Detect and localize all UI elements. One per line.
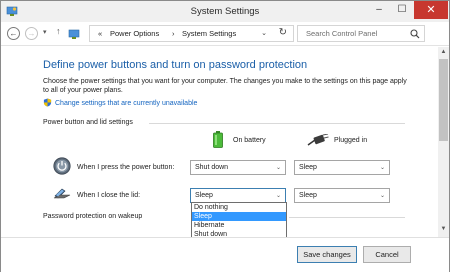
scroll-up-button[interactable]: ▲ (438, 47, 449, 58)
chevron-down-icon: ⌄ (379, 165, 385, 171)
dropdown-option-hibernate[interactable]: Hibernate (192, 221, 286, 230)
search-box[interactable]: Search Control Panel (297, 25, 425, 42)
breadcrumb-system-settings[interactable]: System Settings (182, 29, 236, 38)
up-button[interactable]: ↑ (56, 26, 61, 36)
lid-row-label: When I close the lid: (77, 192, 141, 199)
power-button-row-label: When I press the power button: (77, 164, 175, 171)
power-button-plugged-select[interactable]: Sleep ⌄ (294, 160, 390, 175)
section-power-lid-label: Power button and lid settings (43, 119, 133, 126)
select-value: Sleep (299, 164, 317, 171)
page-description: Choose the power settings that you want … (43, 78, 407, 94)
search-icon[interactable] (410, 29, 420, 39)
chevron-down-icon: ⌄ (379, 193, 385, 199)
cancel-button[interactable]: Cancel (363, 246, 411, 263)
close-button[interactable]: ✕ (414, 1, 448, 19)
navigation-bar: ← → ▾ ↑ « Power Options › System Setting… (1, 22, 449, 46)
select-value: Sleep (299, 192, 317, 199)
address-bar[interactable]: « Power Options › System Settings ⌄ ↻ (89, 25, 294, 42)
laptop-lid-icon (53, 188, 71, 199)
lid-battery-select[interactable]: Sleep ⌄ (190, 188, 286, 203)
power-button-icon (53, 157, 71, 175)
lid-plugged-select[interactable]: Sleep ⌄ (294, 188, 390, 203)
back-button[interactable]: ← (7, 27, 20, 40)
search-placeholder[interactable]: Search Control Panel (306, 29, 377, 38)
breadcrumb-power-options[interactable]: Power Options (110, 29, 159, 38)
section-divider (289, 217, 405, 218)
refresh-button[interactable]: ↻ (279, 27, 287, 38)
change-settings-link[interactable]: Change settings that are currently unava… (43, 98, 197, 107)
change-settings-label[interactable]: Change settings that are currently unava… (55, 100, 197, 107)
vertical-scrollbar[interactable]: ▲ ▼ (438, 47, 449, 237)
dropdown-option-do-nothing[interactable]: Do nothing (192, 203, 286, 212)
uac-shield-icon (43, 98, 52, 107)
scroll-thumb[interactable] (439, 59, 448, 141)
recent-locations-button[interactable]: ▾ (43, 28, 47, 36)
chevron-down-icon: ⌄ (275, 193, 281, 199)
page-heading: Define power buttons and turn on passwor… (43, 59, 308, 71)
breadcrumb-prefix[interactable]: « (98, 29, 102, 38)
maximize-button[interactable]: ☐ (391, 1, 413, 19)
section-divider (149, 123, 405, 124)
plugged-in-header: Plugged in (334, 137, 368, 144)
title-bar: System Settings – ☐ ✕ (1, 1, 449, 22)
on-battery-header: On battery (233, 137, 266, 144)
scroll-down-button[interactable]: ▼ (438, 224, 449, 235)
control-panel-icon (68, 29, 80, 39)
select-value: Shut down (195, 164, 229, 171)
select-value: Sleep (195, 192, 213, 199)
lid-battery-dropdown-list[interactable]: Do nothing Sleep Hibernate Shut down (191, 202, 287, 240)
chevron-down-icon: ⌄ (275, 165, 281, 171)
footer-bar: Save changes Cancel (1, 237, 449, 272)
dropdown-option-sleep[interactable]: Sleep (192, 212, 286, 221)
window: System Settings – ☐ ✕ ← → ▾ ↑ « Power Op… (0, 0, 450, 272)
breadcrumb-separator: › (172, 29, 175, 38)
section-password-label: Password protection on wakeup (43, 213, 143, 220)
save-changes-button[interactable]: Save changes (297, 246, 357, 263)
plug-icon (307, 134, 329, 146)
forward-button[interactable]: → (25, 27, 38, 40)
minimize-button[interactable]: – (367, 1, 391, 19)
battery-icon (213, 131, 223, 148)
power-button-battery-select[interactable]: Shut down ⌄ (190, 160, 286, 175)
address-dropdown-button[interactable]: ⌄ (261, 29, 267, 37)
